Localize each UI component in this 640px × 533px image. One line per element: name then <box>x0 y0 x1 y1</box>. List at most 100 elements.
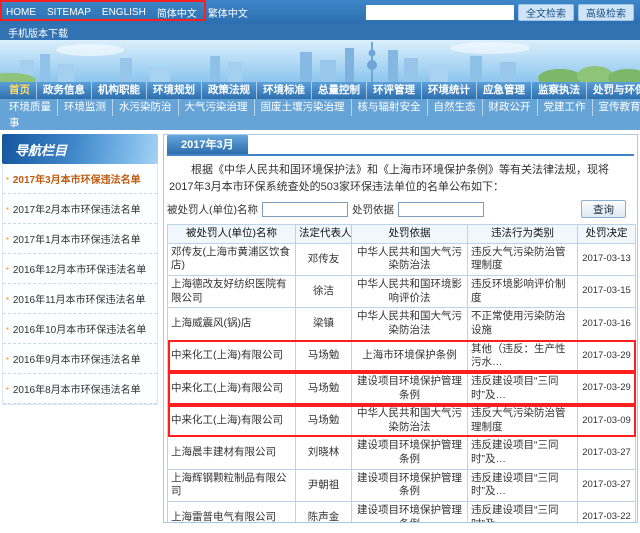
cell-violation: 违反大气污染防治管理制度 <box>468 405 578 437</box>
table-row: 上海辉钢颗粒制品有限公司尹朝祖建设项目环境保护管理条例违反建设项目“三同时”及…… <box>168 469 636 501</box>
query-button[interactable]: 查询 <box>581 200 626 218</box>
nav-item[interactable]: 核与辐射安全 <box>351 99 427 116</box>
nav-item[interactable]: 处罚与环保稽查 <box>586 82 640 99</box>
table-row: 上海威震风(锅)店梁镇中华人民共和国大气污染防治法不正常使用污染防治设施2017… <box>168 308 636 340</box>
nav-item[interactable]: 大气污染治理 <box>178 99 254 116</box>
banner-image <box>0 40 640 82</box>
advanced-search-button[interactable]: 高级检索 <box>578 4 634 21</box>
cell-violation: 违反建设项目“三同时”及… <box>468 501 578 523</box>
cell-name: 中来化工(上海)有限公司 <box>168 340 296 372</box>
nav-item[interactable]: 宣传教育 <box>592 99 640 116</box>
main-nav: 首页政务信息机构职能环境规划政策法规环境标准总量控制环评管理环境统计应急管理监察… <box>0 82 640 99</box>
cell-date: 2017-03-13 <box>578 243 636 275</box>
sub-nav-overflow[interactable]: 事 <box>0 116 640 130</box>
topbar-link[interactable]: SITEMAP <box>47 7 91 18</box>
topbar-link[interactable]: 繁体中文 <box>208 5 248 20</box>
cell-basis: 中华人民共和国环境影响评价法 <box>352 276 468 308</box>
nav-item[interactable]: 水污染防治 <box>112 99 178 116</box>
cell-date: 2017-03-27 <box>578 469 636 501</box>
column-header: 被处罚人(单位)名称 <box>168 225 296 244</box>
nav-item[interactable]: 机构职能 <box>91 82 146 99</box>
sub-nav: 环境质量环境监测水污染防治大气污染治理固废土壤污染治理核与辐射安全自然生态财政公… <box>0 99 640 116</box>
bullet-icon: ▪ <box>6 234 9 243</box>
table-row: 中来化工(上海)有限公司马场勉建设项目环境保护管理条例违反建设项目“三同时”及…… <box>168 372 636 404</box>
topbar-link[interactable]: HOME <box>6 7 36 18</box>
search-input[interactable] <box>366 5 514 20</box>
topbar-link[interactable]: 简体中文 <box>157 5 197 20</box>
sidebar-title: 导航栏目 <box>2 134 158 164</box>
cell-rep: 马场勉 <box>296 372 352 404</box>
sidebar-item[interactable]: ▪2017年2月本市环保违法名单 <box>3 194 157 224</box>
nav-item[interactable]: 首页 <box>3 82 36 99</box>
nav-item[interactable]: 环境标准 <box>256 82 311 99</box>
cell-basis: 建设项目环境保护管理条例 <box>352 372 468 404</box>
cell-name: 上海威震风(锅)店 <box>168 308 296 340</box>
nav-item[interactable]: 政务信息 <box>36 82 91 99</box>
fulltext-search-button[interactable]: 全文检索 <box>518 4 574 21</box>
column-header: 法定代表人姓名 <box>296 225 352 244</box>
cell-date: 2017-03-16 <box>578 308 636 340</box>
sidebar-item[interactable]: ▪ 2017年1月本市环保违法名单 <box>3 224 157 254</box>
nav-item[interactable]: 党建工作 <box>537 99 592 116</box>
cell-basis: 中华人民共和国大气污染防治法 <box>352 308 468 340</box>
cell-rep: 刘晓林 <box>296 437 352 469</box>
topbar-links: HOME SITEMAP ENGLISH 简体中文繁体中文 <box>6 5 248 20</box>
penalized-name-input[interactable] <box>262 202 348 217</box>
table-header-row: 被处罚人(单位)名称法定代表人姓名处罚依据违法行为类别处罚决定 <box>168 225 636 244</box>
cell-violation: 其他（违反：生产性污水… <box>468 340 578 372</box>
sidebar-item[interactable]: ▪2016年10月本市环保违法名单 <box>3 314 157 344</box>
cell-basis: 建设项目环境保护管理条例 <box>352 501 468 523</box>
sidebar-item[interactable]: ▪2016年12月本市环保违法名单 <box>3 254 157 284</box>
cell-rep: 马场勉 <box>296 405 352 437</box>
sidebar-item-label: 2016年12月本市环保违法名单 <box>13 261 146 276</box>
nav-item[interactable]: 政策法规 <box>201 82 256 99</box>
cell-name: 中来化工(上海)有限公司 <box>168 372 296 404</box>
topbar-search: 全文检索 高级检索 <box>366 4 634 21</box>
sidebar-item[interactable]: ▪2016年8月本市环保违法名单 <box>3 374 157 404</box>
nav-item[interactable]: 环境统计 <box>421 82 476 99</box>
nav-item[interactable]: 环境监测 <box>57 99 112 116</box>
nav-item[interactable]: 自然生态 <box>427 99 482 116</box>
sidebar-item-label: 2017年1月本市环保违法名单 <box>13 231 141 246</box>
cell-rep: 梁镇 <box>296 308 352 340</box>
sidebar-item-label: 2016年10月本市环保违法名单 <box>13 321 146 336</box>
cell-basis: 建设项目环境保护管理条例 <box>352 469 468 501</box>
cell-date: 2017-03-29 <box>578 372 636 404</box>
bullet-icon: ▪ <box>6 384 9 393</box>
cell-basis: 中华人民共和国大气污染防治法 <box>352 405 468 437</box>
table-row: 上海雷普电气有限公司陈声金建设项目环境保护管理条例违反建设项目“三同时”及…20… <box>168 501 636 523</box>
penalty-basis-input[interactable] <box>398 202 484 217</box>
cell-rep: 马场勉 <box>296 340 352 372</box>
cell-date: 2017-03-15 <box>578 276 636 308</box>
cell-name: 中来化工(上海)有限公司 <box>168 405 296 437</box>
sidebar-item-label: 2016年11月本市环保违法名单 <box>13 291 146 306</box>
sidebar-item[interactable]: ▪2017年3月本市环保违法名单 <box>3 164 157 194</box>
sidebar-item-label: 2016年9月本市环保违法名单 <box>13 351 141 366</box>
sidebar-item[interactable]: ▪ 2016年11月本市环保违法名单 <box>3 284 157 314</box>
nav-item[interactable]: 环境规划 <box>146 82 201 99</box>
nav-item[interactable]: 环评管理 <box>366 82 421 99</box>
tab-2017-03[interactable]: 2017年3月 <box>167 134 248 154</box>
nav-item[interactable]: 应急管理 <box>476 82 531 99</box>
nav-item[interactable]: 环境质量 <box>3 99 57 116</box>
violations-table: 被处罚人(单位)名称法定代表人姓名处罚依据违法行为类别处罚决定 邓传友(上海市黄… <box>167 224 636 523</box>
nav-item[interactable]: 固废土壤污染治理 <box>254 99 351 116</box>
nav-item[interactable]: 总量控制 <box>311 82 366 99</box>
cell-date: 2017-03-29 <box>578 340 636 372</box>
mobile-download-link[interactable]: 手机版本下载 <box>8 25 68 40</box>
nav-item[interactable]: 财政公开 <box>482 99 537 116</box>
column-header: 处罚依据 <box>352 225 468 244</box>
topbar-link[interactable]: ENGLISH <box>102 7 146 18</box>
cell-violation: 违反环境影响评价制度 <box>468 276 578 308</box>
cell-basis: 中华人民共和国大气污染防治法 <box>352 243 468 275</box>
bullet-icon: ▪ <box>6 294 9 303</box>
nav-item[interactable]: 监察执法 <box>531 82 586 99</box>
topbar-secondary: 手机版本下载 <box>0 24 640 40</box>
banner-cityscape-graphic <box>0 40 640 82</box>
intro-text: 根据《中华人民共和国环境保护法》和《上海市环境保护条例》等有关法律法规，现将20… <box>169 162 632 196</box>
cell-rep: 尹朝祖 <box>296 469 352 501</box>
sidebar-list: ▪2017年3月本市环保违法名单▪2017年2月本市环保违法名单 ▪ 2017年1月… <box>2 164 158 405</box>
cell-violation: 不正常使用污染防治设施 <box>468 308 578 340</box>
sidebar-item[interactable]: ▪2016年9月本市环保违法名单 <box>3 344 157 374</box>
table-row: 中来化工(上海)有限公司马场勉上海市环境保护条例其他（违反：生产性污水…2017… <box>168 340 636 372</box>
